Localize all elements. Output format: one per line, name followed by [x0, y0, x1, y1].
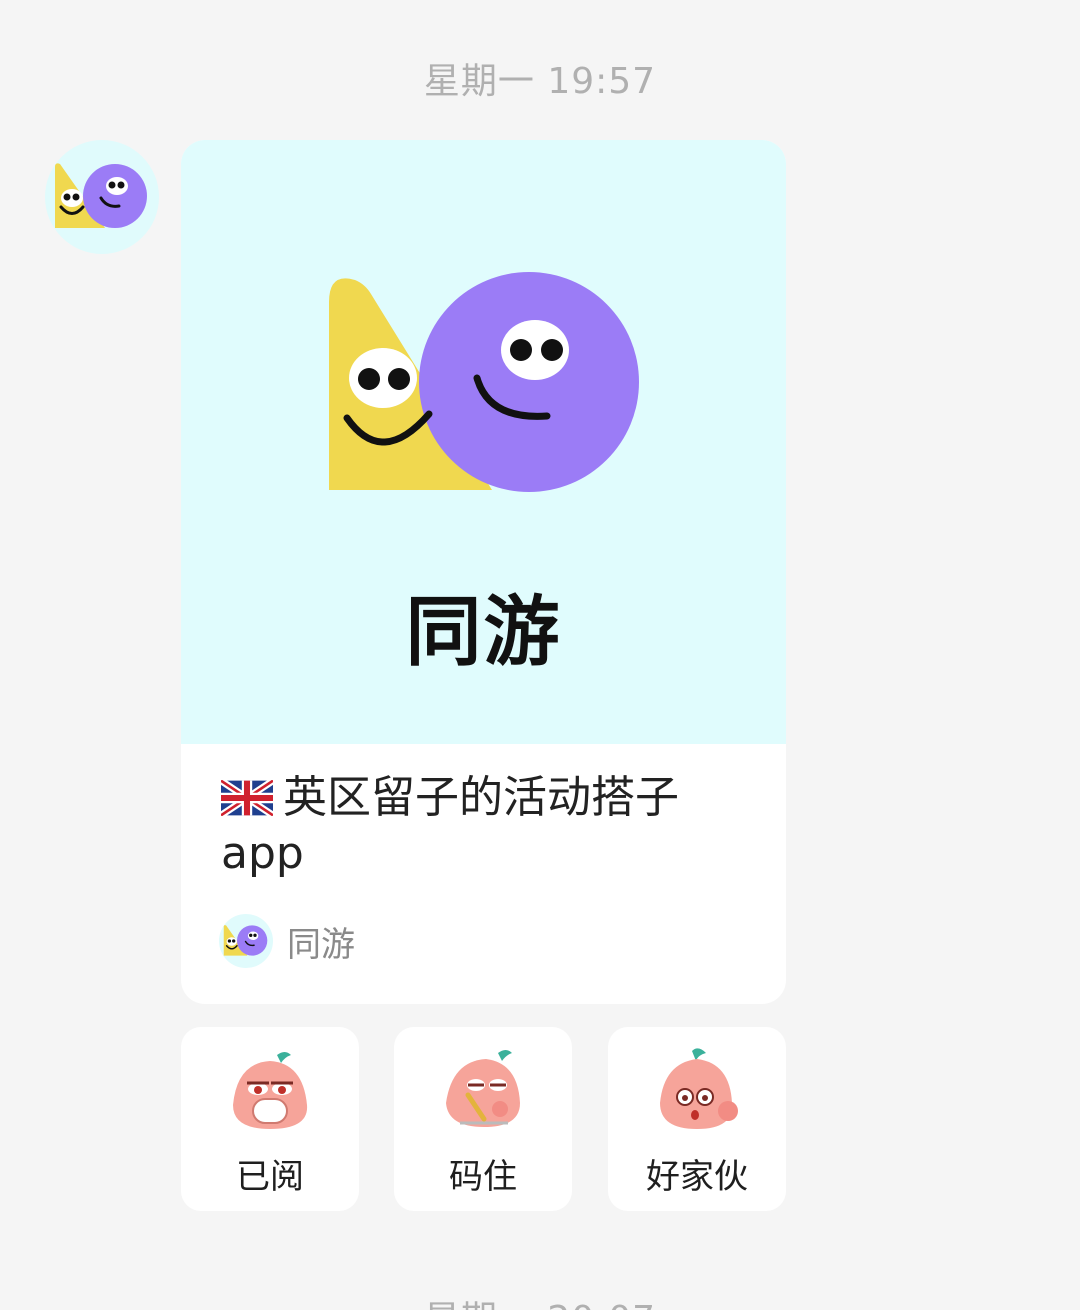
sticker-reply-save[interactable]: 码住 — [394, 1027, 572, 1211]
tongyou-logo-icon — [55, 163, 147, 228]
sticker-label: 码住 — [449, 1157, 517, 1197]
sticker-reply-bar: 已阅 码住 好家伙 — [181, 1027, 786, 1211]
tongyou-logo-icon — [329, 272, 639, 492]
tongyou-logo-icon — [223, 925, 268, 956]
card-title-text: 英区留子的活动搭子app — [221, 772, 679, 879]
peach-surprised-icon — [660, 1048, 738, 1129]
peach-reading-icon — [233, 1052, 308, 1129]
source-name: 同游 — [287, 924, 355, 965]
card-title: 英区留子的活动搭子app — [221, 770, 751, 882]
sticker-reply-read[interactable]: 已阅 — [181, 1027, 359, 1211]
banner-title: 同游 — [405, 587, 562, 676]
shared-app-card[interactable]: 同游 英区留子的活动搭子app 同游 — [181, 140, 786, 1004]
message-timestamp: 星期一 20:07 — [0, 1290, 1080, 1310]
sender-avatar[interactable] — [45, 140, 159, 254]
uk-flag-icon — [221, 780, 273, 816]
sticker-reply-wow[interactable]: 好家伙 — [608, 1027, 786, 1211]
message-timestamp: 星期一 19:57 — [423, 61, 657, 102]
sticker-label: 好家伙 — [646, 1157, 748, 1197]
chat-screen: 星期一 19:57 同游 英区留子的活动搭子app 同游 已阅 码住 好家伙 — [0, 0, 1080, 1310]
peach-writing-icon — [446, 1050, 520, 1127]
card-banner: 同游 — [181, 140, 786, 744]
card-source: 同游 — [219, 912, 355, 970]
sticker-label: 已阅 — [236, 1157, 304, 1197]
source-avatar — [219, 914, 273, 968]
